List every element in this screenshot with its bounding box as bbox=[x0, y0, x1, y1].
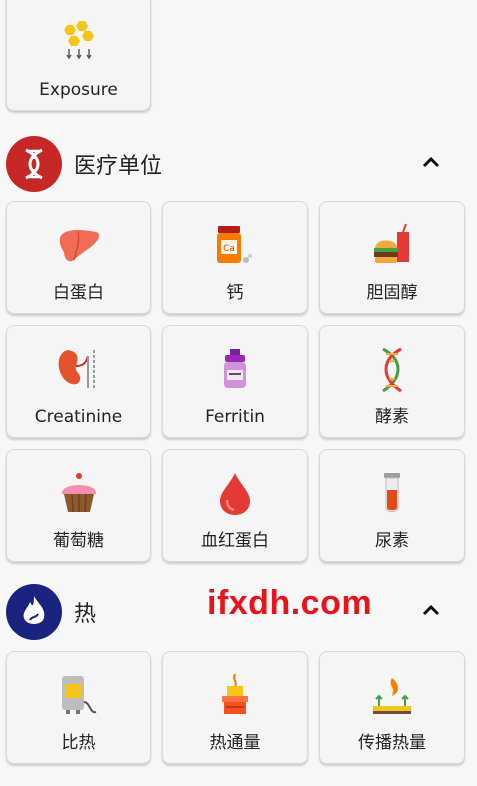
chevron-up-icon[interactable] bbox=[419, 150, 443, 174]
cupcake-icon bbox=[56, 470, 102, 518]
category-card[interactable]: Ca 钙 bbox=[162, 201, 308, 314]
category-card[interactable]: Creatinine bbox=[6, 325, 151, 438]
burger-drink-icon bbox=[369, 222, 415, 270]
category-card[interactable]: 白蛋白 bbox=[6, 201, 151, 314]
category-label: 热通量 bbox=[209, 733, 261, 753]
category-label: 酵素 bbox=[375, 407, 409, 427]
category-label: 钙 bbox=[226, 283, 244, 303]
exposure-icon bbox=[56, 19, 102, 67]
category-card[interactable]: 胆固醇 bbox=[319, 201, 465, 314]
category-label: 尿素 bbox=[375, 531, 409, 551]
dna-strand-icon bbox=[369, 346, 415, 394]
watermark-text: ifxdh.com bbox=[207, 584, 373, 622]
category-card-exposure[interactable]: Exposure bbox=[6, 0, 151, 111]
category-card[interactable]: 葡萄糖 bbox=[6, 449, 151, 562]
calcium-jar-icon: Ca bbox=[212, 222, 258, 270]
category-label: Ferritin bbox=[205, 407, 265, 427]
burner-icon bbox=[212, 672, 258, 720]
category-card[interactable]: 传播热量 bbox=[319, 651, 465, 764]
category-label: 胆固醇 bbox=[366, 283, 418, 303]
category-label: 血红蛋白 bbox=[201, 531, 269, 551]
chevron-up-icon[interactable] bbox=[419, 598, 443, 622]
category-label: 传播热量 bbox=[358, 733, 426, 753]
category-label: 葡萄糖 bbox=[53, 531, 104, 551]
heater-icon bbox=[56, 672, 102, 720]
section-title: 医疗单位 bbox=[74, 154, 163, 179]
category-label: 白蛋白 bbox=[53, 283, 104, 303]
svg-text:Ca: Ca bbox=[223, 244, 235, 254]
bottle-icon bbox=[212, 346, 258, 394]
kidney-icon bbox=[56, 346, 102, 394]
category-label: Creatinine bbox=[34, 407, 123, 427]
category-card[interactable]: 尿素 bbox=[319, 449, 465, 562]
category-label: Exposure bbox=[39, 80, 118, 100]
test-tube-icon bbox=[369, 470, 415, 518]
flame-icon bbox=[6, 584, 62, 640]
category-card[interactable]: 比热 bbox=[6, 651, 151, 764]
section-title: 热 bbox=[74, 602, 97, 627]
category-card[interactable]: 酵素 bbox=[319, 325, 465, 438]
dna-icon bbox=[6, 136, 62, 192]
category-label: 比热 bbox=[61, 733, 96, 753]
category-card[interactable]: 血红蛋白 bbox=[162, 449, 308, 562]
section-header-medical-units: 医疗单位 bbox=[0, 132, 477, 192]
heat-plate-icon bbox=[369, 672, 415, 720]
category-card[interactable]: Ferritin bbox=[162, 325, 308, 438]
category-card[interactable]: 热通量 bbox=[162, 651, 308, 764]
liver-icon bbox=[56, 222, 102, 270]
blood-drop-icon bbox=[212, 470, 258, 518]
app-screen: Exposure 医疗单位 白蛋白 Ca 钙 胆固醇 Creatinine Fe… bbox=[0, 0, 477, 786]
